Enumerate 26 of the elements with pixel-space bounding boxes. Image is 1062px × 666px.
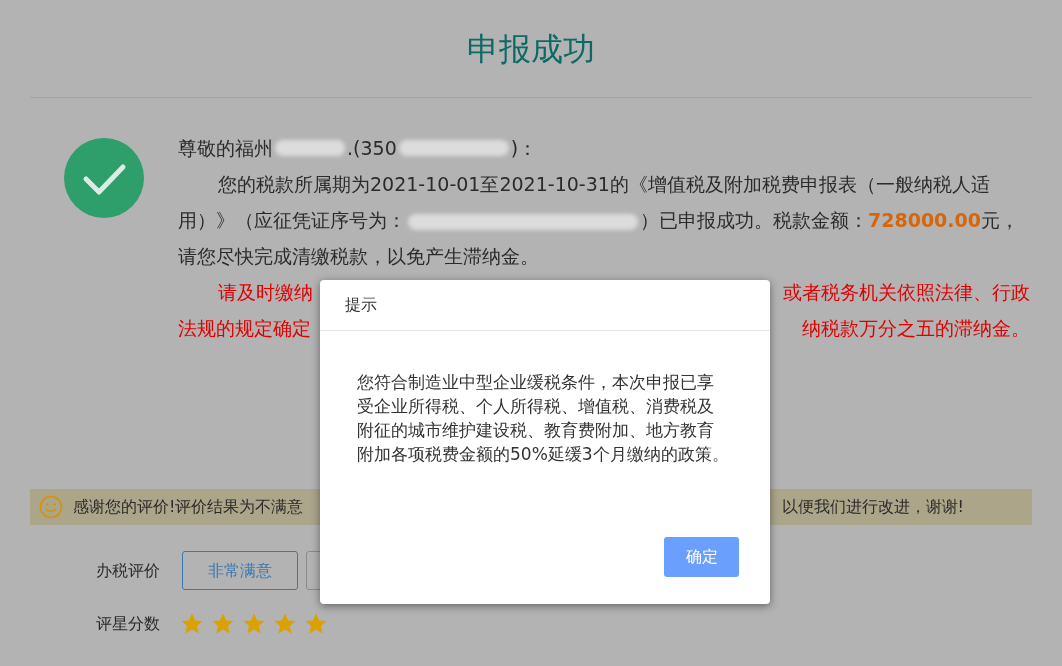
star-icon[interactable] [242, 612, 266, 636]
page-title: 申报成功 [467, 28, 595, 70]
star-rating[interactable] [180, 612, 328, 636]
star-icon[interactable] [180, 612, 204, 636]
star-icon[interactable] [211, 612, 235, 636]
smiley-icon [39, 495, 63, 519]
rating-button[interactable]: 非常满意 [182, 551, 298, 590]
rating-label: 办税评价 [96, 559, 161, 582]
checkmark-icon [64, 138, 144, 218]
dialog-title: 提示 [345, 294, 377, 316]
warning-text: 纳税款万分之五的滞纳金。 [802, 316, 1030, 341]
star-icon[interactable] [304, 612, 328, 636]
notice-text: 您的税款所属期为2021-10-01至2021-10-31的《增值税及附加税费申报表（一般纳税人适用）》（应征凭证序号为： ）已申报成功。税款金额：728000.00元，请您尽快完成清缴税款，以免产生滞纳金。 [178, 172, 1020, 269]
score-label: 评星分数 [96, 613, 161, 635]
star-icon[interactable] [273, 612, 297, 636]
warning-text: 请及时缴纳 [218, 280, 313, 305]
confirm-button[interactable]: 确定 [664, 537, 739, 577]
warning-text: 或者税务机关依照法律、行政 [783, 280, 1030, 305]
dialog-message: 您符合制造业中型企业缓税条件，本次申报已享受企业所得税、个人所得税、增值税、消费税及附征的城市维护建设税、教育费附加、地方教育附加各项税费金额的50%延缓3个月缴纳的政策。 [357, 371, 729, 466]
greeting-text: 尊敬的福州 [178, 136, 273, 161]
greeting-colon: )： [510, 136, 538, 161]
feedback-text: 以便我们进行改进，谢谢! [781, 496, 964, 518]
feedback-text: 感谢您的评价!评价结果为不满意 [73, 496, 304, 518]
taxpayer-id-text: .(350 [347, 136, 397, 161]
warning-text: 法规的规定确定 [178, 316, 311, 341]
redaction-blur [275, 140, 345, 156]
